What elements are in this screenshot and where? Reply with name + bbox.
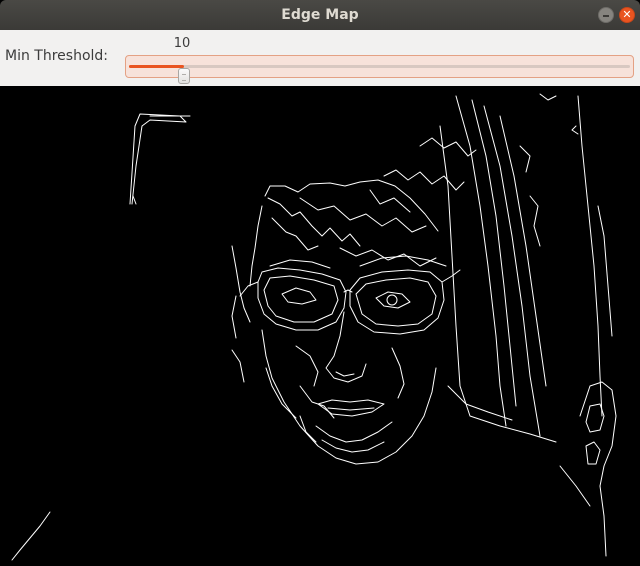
slider-trough[interactable]: [129, 65, 630, 84]
minimize-icon: [603, 15, 609, 17]
minimize-button[interactable]: [598, 7, 614, 23]
slider-handle[interactable]: [178, 68, 190, 84]
threshold-label: Min Threshold:: [5, 48, 109, 64]
edge-map-canvas: [11, 93, 617, 561]
slider-fill: [129, 65, 184, 68]
threshold-slider[interactable]: [125, 55, 634, 84]
edge-map-image: [0, 86, 640, 566]
close-button[interactable]: ✕: [619, 7, 635, 23]
grip-icon: [182, 74, 186, 81]
title-bar[interactable]: Edge Map ✕: [0, 0, 640, 30]
threshold-value: 10: [173, 36, 191, 51]
window-title: Edge Map: [281, 7, 359, 23]
edge-map-window: Edge Map ✕ Min Threshold: 10: [0, 0, 640, 566]
close-icon: ✕: [622, 8, 632, 21]
trackbar-panel: Min Threshold: 10: [0, 30, 640, 86]
